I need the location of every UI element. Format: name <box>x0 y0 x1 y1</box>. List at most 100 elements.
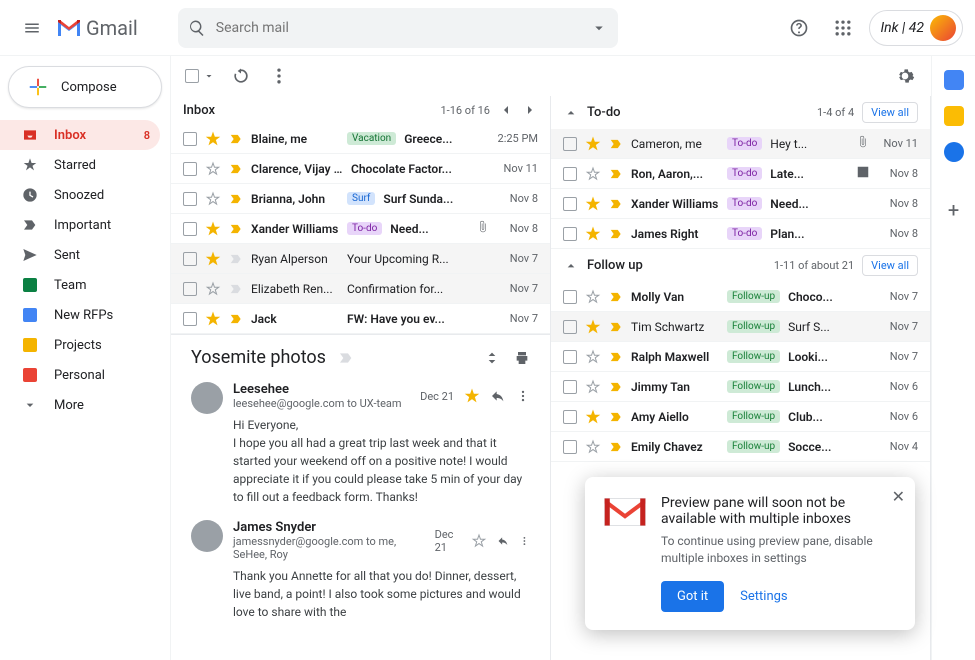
star-icon[interactable] <box>205 191 221 207</box>
email-row[interactable]: James Right To-do Plan... Nov 8 <box>551 219 930 249</box>
collapse-icon[interactable] <box>484 350 500 366</box>
row-checkbox[interactable] <box>563 440 577 454</box>
row-checkbox[interactable] <box>563 380 577 394</box>
email-row[interactable]: Cameron, me To-do Hey t... Nov 11 <box>551 129 930 159</box>
keep-addon-icon[interactable] <box>944 106 964 126</box>
star-icon[interactable] <box>205 311 221 327</box>
email-row[interactable]: Xander Williams To-do Need... Nov 8 <box>171 214 550 244</box>
row-checkbox[interactable] <box>563 290 577 304</box>
reply-icon[interactable] <box>490 388 506 404</box>
row-checkbox[interactable] <box>563 227 577 241</box>
email-row[interactable]: Ralph Maxwell Follow-up Looki... Nov 7 <box>551 342 930 372</box>
important-icon[interactable] <box>609 197 623 211</box>
message-star-icon[interactable] <box>464 388 480 404</box>
row-checkbox[interactable] <box>183 162 197 176</box>
compose-button[interactable]: Compose <box>8 66 162 108</box>
main-menu-button[interactable] <box>12 8 52 48</box>
row-checkbox[interactable] <box>183 222 197 236</box>
star-icon[interactable] <box>585 289 601 305</box>
gmail-logo[interactable]: Gmail <box>56 16 138 40</box>
email-row[interactable]: Jimmy Tan Follow-up Lunch... Nov 6 <box>551 372 930 402</box>
important-icon[interactable] <box>609 350 623 364</box>
sidebar-item-starred[interactable]: Starred <box>0 150 160 180</box>
important-icon[interactable] <box>609 167 623 181</box>
settings-button[interactable] <box>893 64 917 88</box>
row-checkbox[interactable] <box>563 137 577 151</box>
sidebar-item-important[interactable]: Important <box>0 210 160 240</box>
email-row[interactable]: Amy Aiello Follow-up Club... Nov 6 <box>551 402 930 432</box>
select-dropdown-icon[interactable] <box>203 68 215 84</box>
star-icon[interactable] <box>585 349 601 365</box>
search-input[interactable] <box>206 20 590 36</box>
prev-page-icon[interactable] <box>498 102 514 118</box>
star-icon[interactable] <box>585 319 601 335</box>
star-icon[interactable] <box>585 379 601 395</box>
more-button[interactable] <box>267 64 291 88</box>
email-row[interactable]: Blaine, me Vacation Greece... 2:25 PM <box>171 124 550 154</box>
tasks-addon-icon[interactable] <box>944 142 964 162</box>
calendar-addon-icon[interactable] <box>944 70 964 90</box>
important-icon[interactable] <box>609 290 623 304</box>
row-checkbox[interactable] <box>183 312 197 326</box>
sidebar-item-team[interactable]: Team <box>0 270 160 300</box>
important-icon[interactable] <box>609 440 623 454</box>
sidebar-item-snoozed[interactable]: Snoozed <box>0 180 160 210</box>
star-icon[interactable] <box>205 281 221 297</box>
email-row[interactable]: Tim Schwartz Follow-up Surf S... Nov 7 <box>551 312 930 342</box>
search-options-icon[interactable] <box>590 19 608 37</box>
account-switcher[interactable]: Ink | 42 <box>869 10 963 46</box>
sidebar-item-personal[interactable]: Personal <box>0 360 160 390</box>
star-icon[interactable] <box>585 136 601 152</box>
row-checkbox[interactable] <box>183 282 197 296</box>
star-icon[interactable] <box>585 196 601 212</box>
search-bar[interactable] <box>178 8 618 48</box>
star-icon[interactable] <box>585 166 601 182</box>
message-more-icon[interactable] <box>516 389 530 403</box>
popup-close-button[interactable]: ✕ <box>892 487 905 506</box>
add-addon-button[interactable]: + <box>948 198 959 222</box>
row-checkbox[interactable] <box>183 252 197 266</box>
row-checkbox[interactable] <box>183 192 197 206</box>
print-icon[interactable] <box>514 350 530 366</box>
row-checkbox[interactable] <box>563 167 577 181</box>
sidebar-item-projects[interactable]: Projects <box>0 330 160 360</box>
sidebar-item-new-rfps[interactable]: New RFPs <box>0 300 160 330</box>
important-icon[interactable] <box>609 380 623 394</box>
important-icon[interactable] <box>229 222 243 236</box>
apps-button[interactable] <box>825 10 861 46</box>
star-icon[interactable] <box>205 131 221 147</box>
important-icon[interactable] <box>609 320 623 334</box>
sidebar-item-inbox[interactable]: Inbox8 <box>0 120 160 150</box>
important-icon[interactable] <box>609 410 623 424</box>
collapse-todo-icon[interactable] <box>563 105 579 121</box>
email-row[interactable]: Xander Williams To-do Need... Nov 8 <box>551 189 930 219</box>
email-row[interactable]: Ryan Alperson Your Upcoming R... Nov 7 <box>171 244 550 274</box>
row-checkbox[interactable] <box>563 197 577 211</box>
important-icon[interactable] <box>229 252 243 266</box>
next-page-icon[interactable] <box>522 102 538 118</box>
important-marker-icon[interactable] <box>338 350 354 366</box>
todo-viewall[interactable]: View all <box>862 102 918 123</box>
important-icon[interactable] <box>609 227 623 241</box>
row-checkbox[interactable] <box>183 132 197 146</box>
message-star-icon[interactable] <box>471 533 487 549</box>
star-icon[interactable] <box>205 251 221 267</box>
select-all-checkbox[interactable] <box>185 69 199 83</box>
collapse-followup-icon[interactable] <box>563 258 579 274</box>
email-row[interactable]: Molly Van Follow-up Choco... Nov 7 <box>551 282 930 312</box>
star-icon[interactable] <box>585 439 601 455</box>
important-icon[interactable] <box>229 312 243 326</box>
star-icon[interactable] <box>205 221 221 237</box>
important-icon[interactable] <box>229 132 243 146</box>
email-row[interactable]: Emily Chavez Follow-up Socce... Nov 4 <box>551 432 930 462</box>
email-row[interactable]: Elizabeth Ren... Confirmation for... Nov… <box>171 274 550 304</box>
help-button[interactable] <box>781 10 817 46</box>
star-icon[interactable] <box>205 161 221 177</box>
important-icon[interactable] <box>229 282 243 296</box>
sidebar-item-sent[interactable]: Sent <box>0 240 160 270</box>
important-icon[interactable] <box>609 137 623 151</box>
star-icon[interactable] <box>585 226 601 242</box>
popup-settings-link[interactable]: Settings <box>740 589 787 604</box>
popup-gotit-button[interactable]: Got it <box>661 581 724 612</box>
row-checkbox[interactable] <box>563 350 577 364</box>
